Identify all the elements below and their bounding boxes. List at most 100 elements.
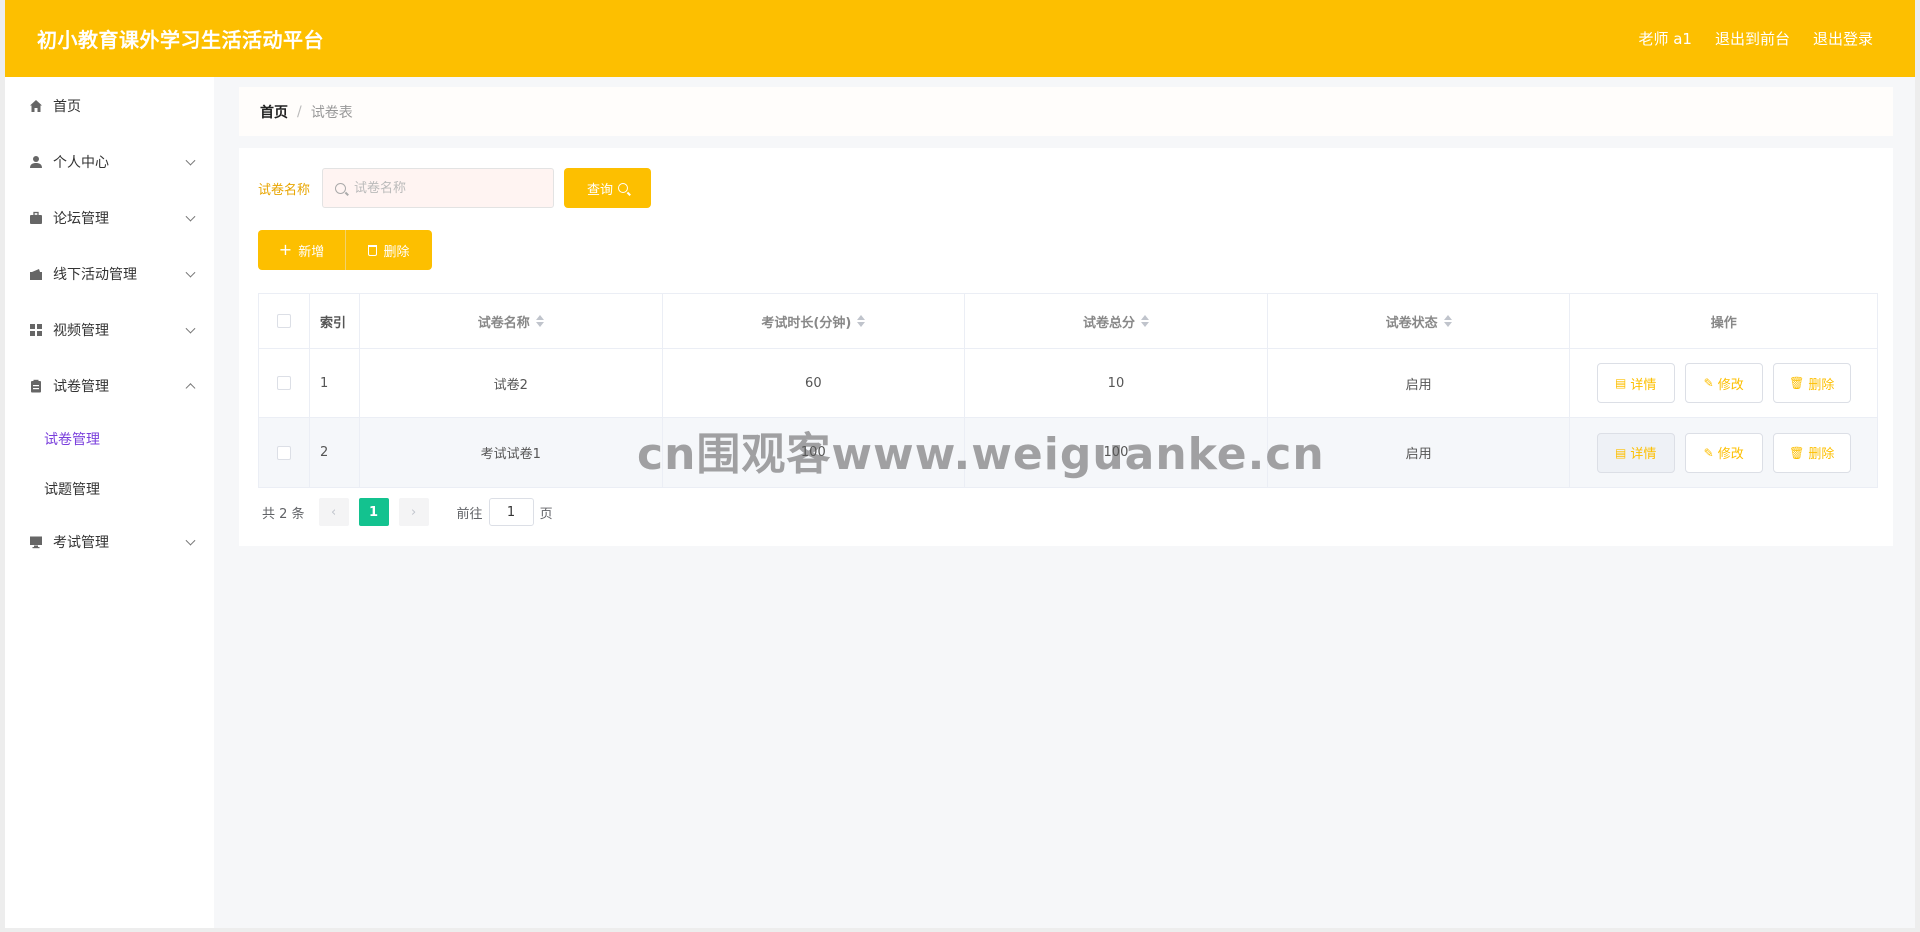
sidebar-item-exam[interactable]: 考试管理 (5, 514, 214, 570)
header-name-label: 试卷名称 (477, 315, 530, 331)
cell-name: 试卷2 (360, 349, 663, 417)
cell-score: 10 (965, 349, 1268, 417)
goto-label: 前往 (456, 506, 483, 522)
cell-index: 2 (310, 418, 360, 487)
table-header-row: 索引 试卷名称 考试时长(分钟) 试卷总分 试卷状态 操作 (259, 294, 1877, 349)
sidebar-item-label: 论坛管理 (53, 211, 109, 227)
detail-button[interactable]: ▤ 详情 (1596, 432, 1675, 473)
header-index: 索引 (310, 294, 360, 348)
goto-page-input[interactable] (488, 498, 534, 526)
delete-button-label: 删除 (383, 244, 410, 260)
row-checkbox[interactable] (276, 445, 291, 460)
edit-button[interactable]: ✎ 修改 (1684, 432, 1763, 473)
main-content: 首页 / 试卷表 试卷名称 查询 + 新增 删除 (214, 77, 1915, 928)
header-select-cell (259, 294, 310, 348)
briefcase-icon (29, 211, 43, 225)
document-icon: ▤ (1615, 445, 1627, 460)
trash-icon: 🗑 (1789, 445, 1805, 460)
page-unit: 页 (539, 506, 553, 522)
cell-operations: ▤ 详情 ✎ 修改 🗑 删除 (1570, 418, 1877, 487)
sort-icon[interactable] (1443, 315, 1452, 327)
sort-icon[interactable] (535, 315, 544, 327)
sidebar-item-exam-paper[interactable]: 试卷管理 (5, 358, 214, 414)
trash-icon (368, 244, 378, 256)
pagination: 共 2 条 ‹ 1 › 前往 页 (262, 498, 553, 526)
detail-label: 详情 (1630, 377, 1657, 393)
app-title: 初小教育课外学习生活活动平台 (37, 28, 324, 52)
add-button[interactable]: + 新增 (258, 230, 345, 270)
user-icon (29, 155, 43, 169)
search-icon (335, 182, 347, 194)
chevron-up-icon (185, 383, 196, 394)
detail-button[interactable]: ▤ 详情 (1596, 363, 1675, 403)
search-input[interactable] (354, 180, 545, 196)
page-number-button[interactable]: 1 (358, 498, 389, 526)
chevron-down-icon (185, 155, 196, 166)
sidebar-item-forum[interactable]: 论坛管理 (5, 190, 214, 246)
edit-label: 修改 (1717, 377, 1744, 393)
edit-icon: ✎ (1703, 445, 1714, 460)
prev-page-button[interactable]: ‹ (318, 498, 349, 526)
header-operations: 操作 (1710, 315, 1737, 331)
search-label: 试卷名称 (258, 182, 311, 198)
sidebar-item-label: 个人中心 (53, 155, 109, 171)
edit-icon: ✎ (1703, 376, 1714, 390)
cell-index: 1 (310, 349, 360, 417)
breadcrumb-separator: / (297, 103, 302, 120)
row-select-cell (259, 418, 310, 487)
breadcrumb-home[interactable]: 首页 (260, 102, 288, 122)
header-score[interactable]: 试卷总分 (965, 294, 1268, 348)
header-name[interactable]: 试卷名称 (360, 294, 663, 348)
chevron-right-icon: › (410, 504, 417, 520)
exit-to-frontend-link[interactable]: 退出到前台 (1715, 28, 1790, 49)
sidebar-item-personal-center[interactable]: 个人中心 (5, 134, 214, 190)
sidebar-item-offline-activity[interactable]: 线下活动管理 (5, 246, 214, 302)
logout-link[interactable]: 退出登录 (1813, 28, 1873, 49)
grid-icon (29, 323, 43, 337)
query-button[interactable]: 查询 (564, 168, 652, 208)
trash-icon: 🗑 (1789, 376, 1805, 390)
search-bar: 试卷名称 查询 (258, 168, 652, 208)
delete-label: 删除 (1808, 447, 1835, 462)
top-header: 初小教育课外学习生活活动平台 老师 a1 退出到前台 退出登录 (5, 0, 1915, 77)
select-all-checkbox[interactable] (276, 314, 291, 328)
edit-label: 修改 (1717, 447, 1744, 462)
search-field[interactable] (322, 168, 555, 208)
header-status[interactable]: 试卷状态 (1268, 294, 1571, 348)
content-card: 试卷名称 查询 + 新增 删除 索引 试卷名 (239, 148, 1893, 546)
delete-button[interactable]: 🗑 删除 (1772, 432, 1851, 473)
row-select-cell (259, 349, 310, 417)
delete-button[interactable]: 🗑 删除 (1772, 363, 1851, 403)
chevron-down-icon (185, 267, 196, 278)
header-score-label: 试卷总分 (1082, 315, 1135, 331)
document-icon: ▤ (1615, 376, 1627, 390)
sidebar-item-home[interactable]: 首页 (5, 78, 214, 134)
sidebar-subitem-exam-paper[interactable]: 试卷管理 (5, 414, 214, 464)
add-button-label: 新增 (298, 244, 325, 260)
sidebar-subitem-question[interactable]: 试题管理 (5, 464, 214, 514)
header-duration-label: 考试时长(分钟) (761, 315, 852, 331)
sidebar-item-label: 考试管理 (53, 535, 109, 551)
sidebar-item-video[interactable]: 视频管理 (5, 302, 214, 358)
cell-name: 考试试卷1 (360, 418, 663, 487)
delete-label: 删除 (1808, 377, 1835, 393)
sidebar: 首页 个人中心 论坛管理 线下活动管理 视频管理 试卷管理 试卷管理 试题管理 … (5, 77, 214, 928)
chevron-left-icon: ‹ (330, 504, 337, 520)
plus-icon: + (278, 240, 293, 259)
cell-operations: ▤ 详情 ✎ 修改 🗑 删除 (1570, 349, 1877, 417)
search-icon (618, 183, 629, 193)
next-page-button[interactable]: › (398, 498, 429, 526)
batch-delete-button[interactable]: 删除 (345, 230, 432, 270)
wallet-icon (29, 267, 43, 281)
edit-button[interactable]: ✎ 修改 (1684, 363, 1763, 403)
current-user-link[interactable]: 老师 a1 (1638, 28, 1692, 49)
header-duration[interactable]: 考试时长(分钟) (663, 294, 966, 348)
total-count: 共 2 条 (262, 506, 305, 522)
query-button-label: 查询 (587, 182, 614, 198)
sort-icon[interactable] (857, 315, 866, 327)
sidebar-item-label: 视频管理 (53, 323, 109, 339)
sidebar-item-label: 线下活动管理 (53, 267, 137, 283)
sidebar-item-label: 试卷管理 (53, 379, 109, 395)
sort-icon[interactable] (1140, 315, 1149, 327)
row-checkbox[interactable] (276, 376, 291, 390)
